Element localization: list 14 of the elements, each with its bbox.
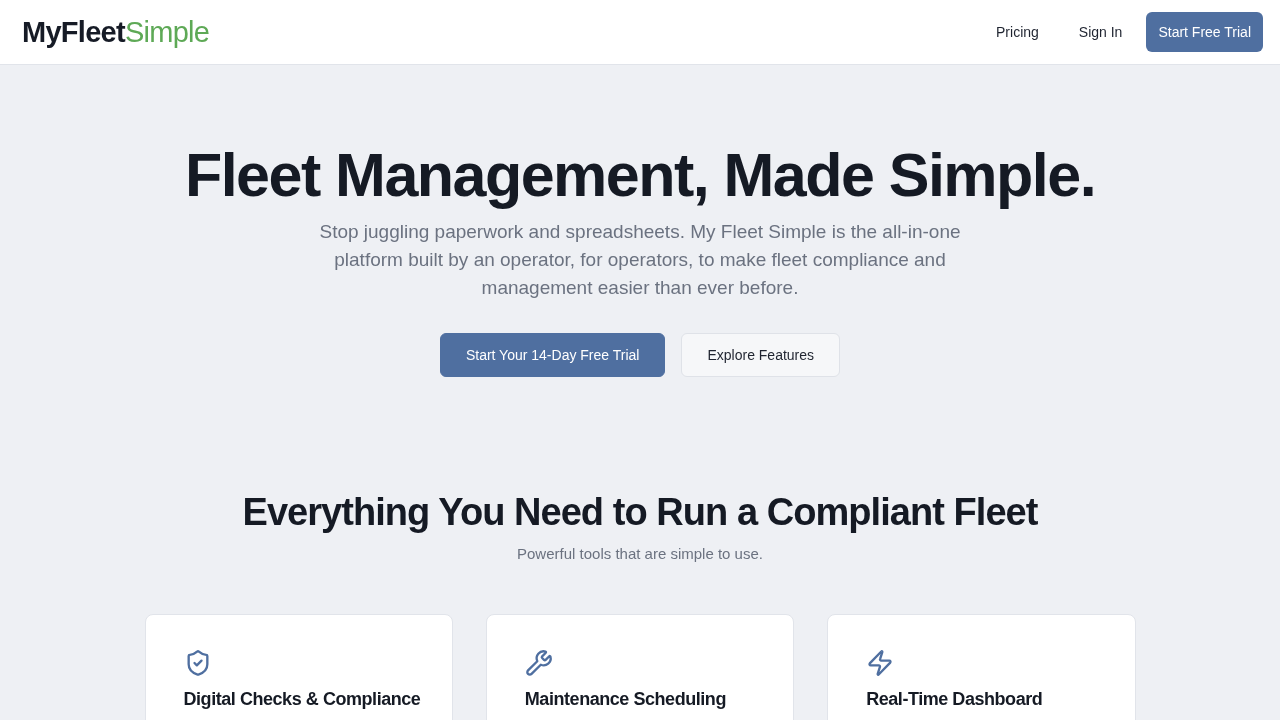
start-free-trial-button[interactable]: Start Free Trial	[1146, 12, 1263, 52]
free-trial-button[interactable]: Start Your 14-Day Free Trial	[439, 333, 666, 377]
feature-title: Real-Time Dashboard	[866, 688, 1043, 711]
logo[interactable]: MyFleetSimple	[22, 17, 210, 47]
nav-link[interactable]: Sign In	[1058, 13, 1143, 51]
feature-title: Maintenance Scheduling	[524, 688, 726, 711]
section-subtitle: Powerful tools that are simple to use.	[517, 544, 763, 564]
nav-link[interactable]: Pricing	[976, 13, 1059, 51]
lightning-bolt-icon	[866, 649, 895, 677]
hero-subtitle: Stop juggling paperwork and spreadsheets. My Fleet Simple is the all-in-one platform built by an operator, for operators, to make fleet compliance and management easier than ever before.	[318, 220, 962, 300]
feature-title: Digital Checks & Compliance	[183, 688, 421, 711]
section-title: Everything You Need to Run a Compliant Fleet	[242, 490, 1038, 534]
explore-features-button[interactable]: Explore Features	[681, 333, 841, 377]
wrench-icon	[524, 649, 553, 677]
